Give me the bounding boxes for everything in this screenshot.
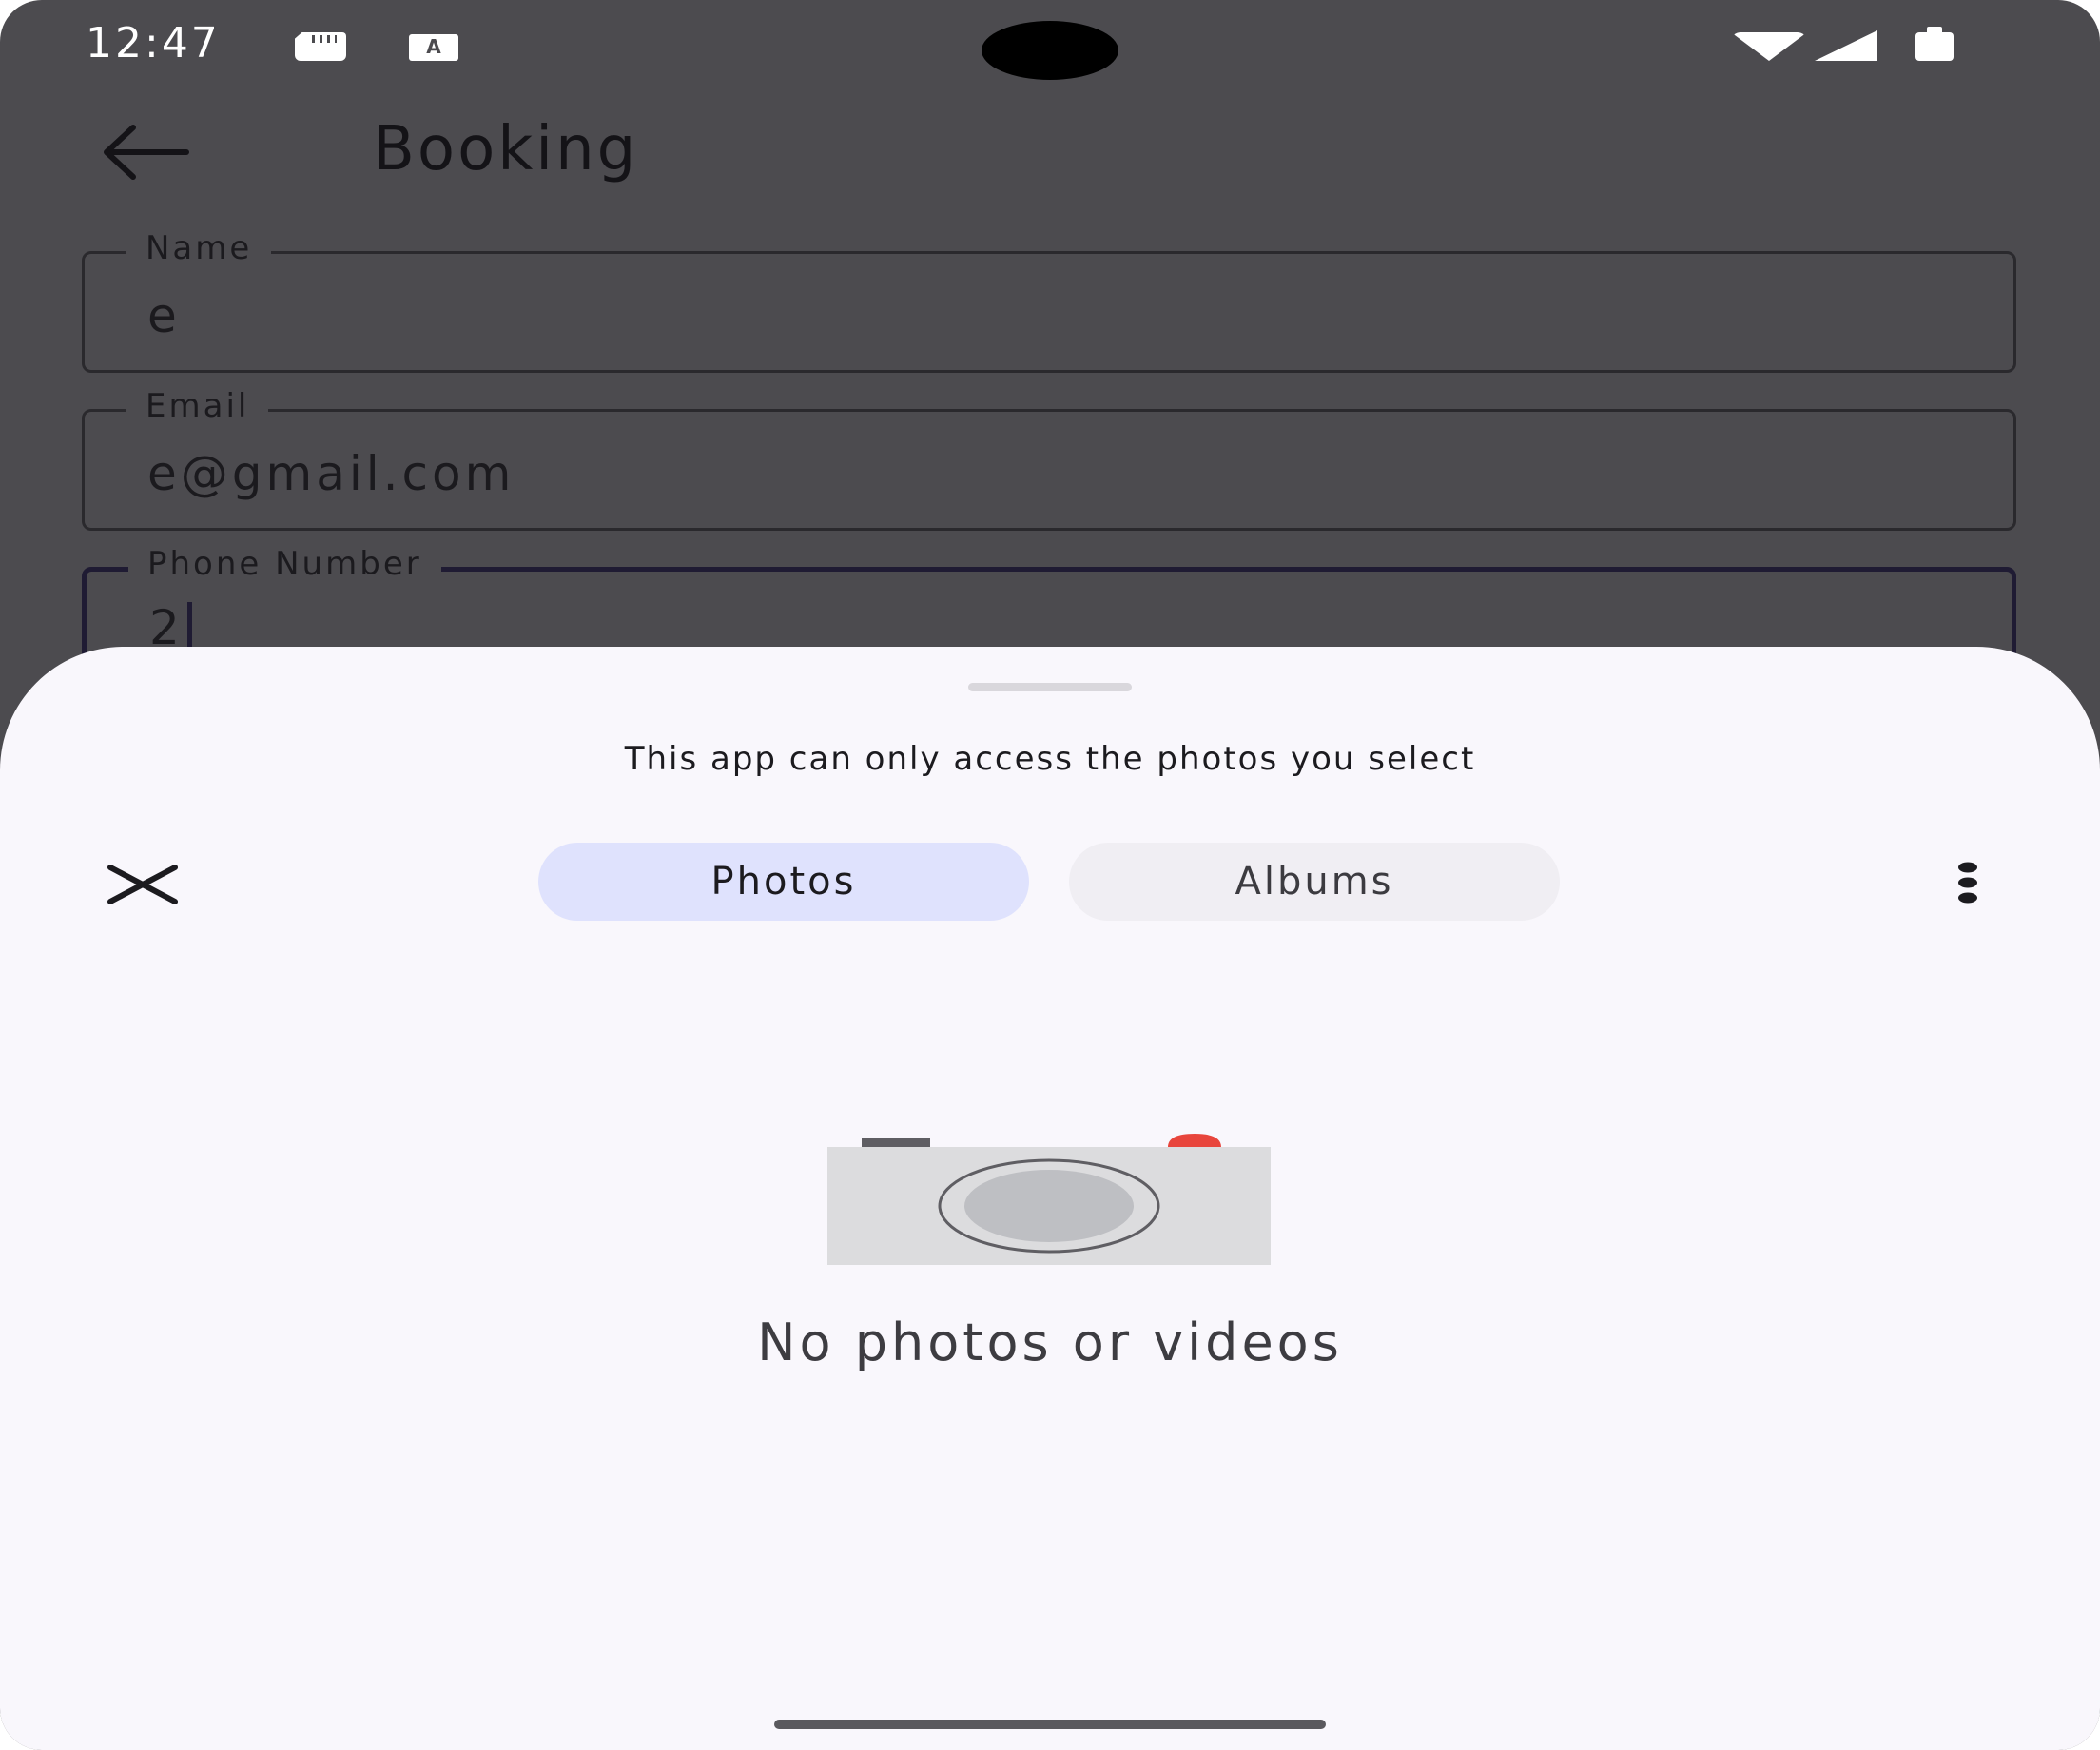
tab-photos[interactable]: Photos [538, 843, 1029, 921]
accessibility-a-icon: A [409, 34, 458, 61]
sd-card-icon [295, 32, 346, 61]
battery-icon [1915, 27, 1954, 61]
close-icon[interactable] [107, 864, 179, 905]
arrow-back-icon[interactable] [99, 124, 190, 181]
tab-albums[interactable]: Albums [1069, 843, 1560, 921]
email-field-value: e@gmail.com [147, 446, 515, 501]
page-title: Booking [373, 114, 639, 185]
cellular-signal-icon [1815, 30, 1877, 61]
device-screen: 12:47 A Booking Name e Email e@gmail.com… [0, 0, 2100, 1750]
drag-handle[interactable] [968, 683, 1132, 691]
email-field-label: Email [126, 385, 269, 427]
status-time: 12:47 [86, 19, 221, 68]
camera-icon [827, 1134, 1271, 1265]
name-field-value: e [147, 288, 181, 343]
camera-cutout [982, 21, 1118, 80]
name-field-label: Name [126, 227, 272, 269]
name-field[interactable]: Name e [82, 227, 2016, 373]
phone-number-field-label: Phone Number [128, 543, 441, 585]
picker-access-notice: This app can only access the photos you … [624, 740, 1476, 778]
gesture-nav-handle[interactable] [774, 1720, 1326, 1729]
photo-picker-sheet: This app can only access the photos you … [0, 647, 2100, 1750]
text-cursor [186, 602, 192, 651]
wifi-icon [1731, 32, 1807, 61]
more-vertical-icon[interactable] [1957, 862, 1978, 904]
email-field[interactable]: Email e@gmail.com [82, 385, 2016, 531]
empty-state-text: No photos or videos [757, 1312, 1343, 1372]
